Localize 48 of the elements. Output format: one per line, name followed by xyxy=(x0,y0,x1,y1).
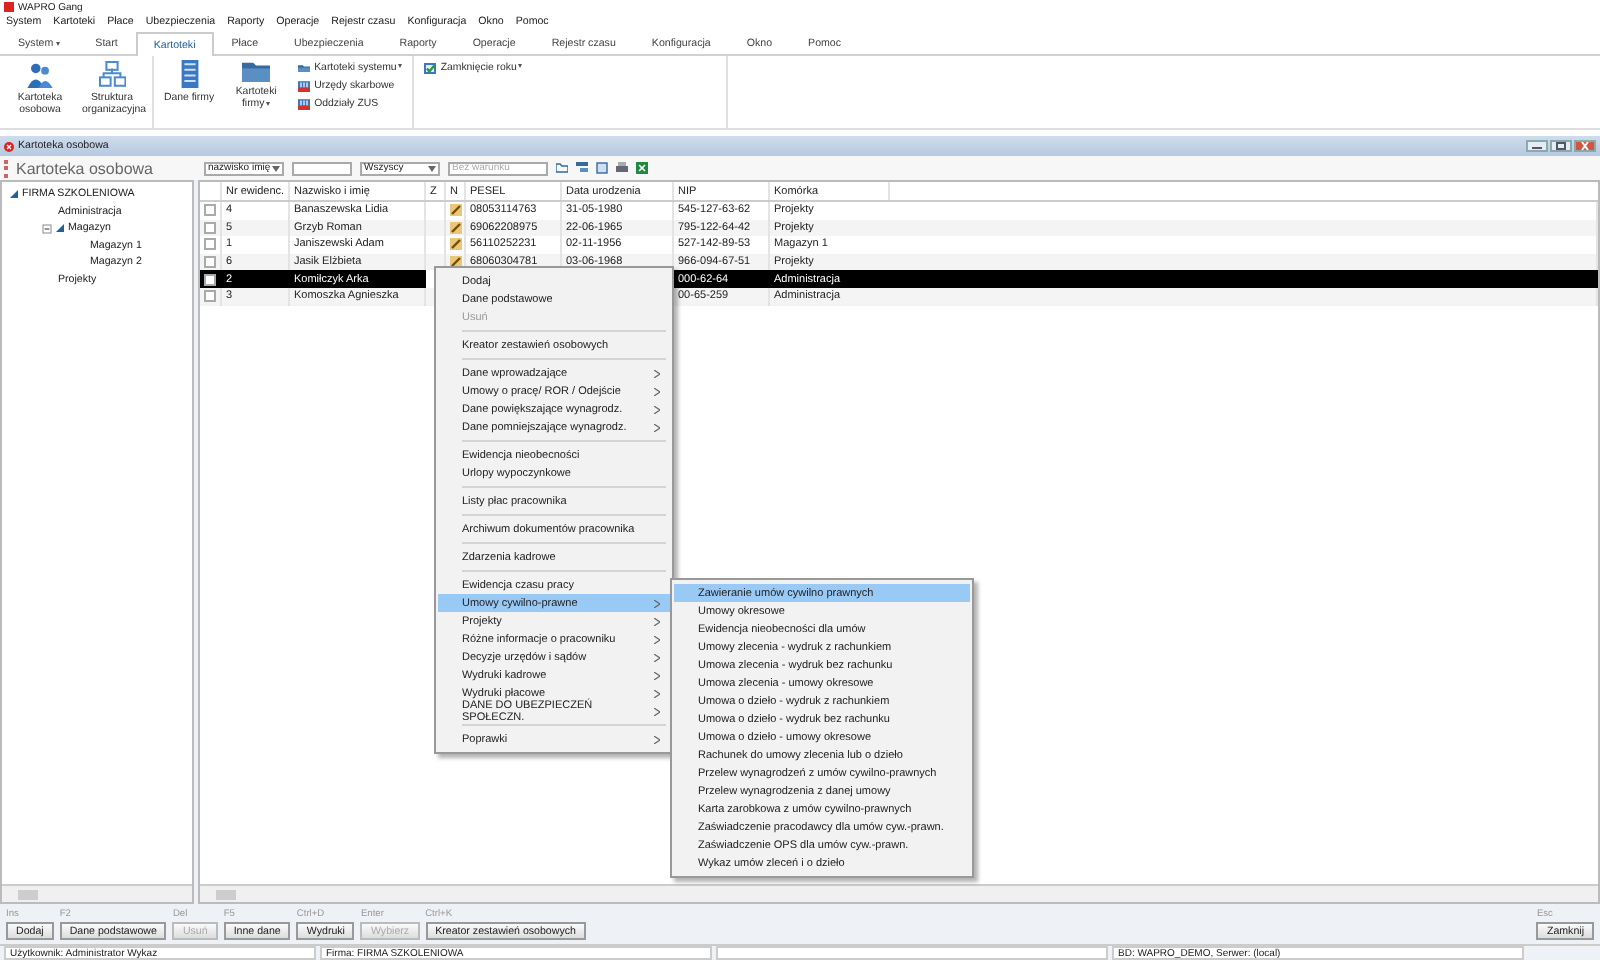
row-checkbox[interactable] xyxy=(204,238,216,251)
chevron-right-icon xyxy=(654,635,660,643)
chevron-right-icon xyxy=(654,735,660,743)
people-icon xyxy=(26,60,54,88)
horizontal-scrollbar[interactable] xyxy=(18,889,38,899)
chevron-right-icon xyxy=(654,423,660,431)
maximize-button[interactable] xyxy=(1550,140,1572,152)
caret-icon xyxy=(272,165,280,171)
row-checkbox[interactable] xyxy=(204,290,216,303)
tree-filter-icon[interactable] xyxy=(576,162,588,174)
chevron-right-icon xyxy=(654,369,660,377)
expand-toggle[interactable] xyxy=(10,190,18,199)
row-checkbox[interactable] xyxy=(204,256,216,269)
row-checkbox[interactable] xyxy=(204,273,216,286)
close-icon xyxy=(4,141,14,151)
chevron-right-icon xyxy=(654,689,660,697)
caret-icon xyxy=(428,165,436,171)
triangle-icon xyxy=(10,190,18,199)
calendar-check-icon xyxy=(424,62,437,74)
chevron-right-icon xyxy=(654,405,660,413)
chevron-right-icon xyxy=(654,599,660,607)
collapse-icon xyxy=(42,223,52,234)
chevron-right-icon xyxy=(654,653,660,661)
row-checkbox[interactable] xyxy=(204,204,216,217)
folder-icon[interactable] xyxy=(556,162,568,174)
expand-toggle[interactable] xyxy=(42,223,64,234)
row-checkbox[interactable] xyxy=(204,221,216,234)
office-icon xyxy=(298,80,311,92)
office-icon xyxy=(298,98,311,110)
chevron-right-icon xyxy=(654,671,660,679)
close-icon xyxy=(1580,142,1590,150)
horizontal-scrollbar[interactable] xyxy=(216,889,236,899)
chevron-right-icon xyxy=(654,387,660,395)
folder-icon xyxy=(242,60,271,83)
filter-field[interactable] xyxy=(292,161,352,175)
folder-icon xyxy=(298,63,311,73)
chevron-right-icon xyxy=(654,617,660,625)
list-icon[interactable] xyxy=(596,162,608,174)
printer-icon[interactable] xyxy=(616,162,628,174)
minimize-button[interactable] xyxy=(1526,140,1548,152)
close-button[interactable] xyxy=(1574,140,1596,152)
maximize-icon xyxy=(1556,142,1566,150)
triangle-icon xyxy=(56,224,64,233)
spreadsheet-icon[interactable] xyxy=(636,162,648,174)
minimize-icon xyxy=(1532,142,1542,150)
chevron-right-icon xyxy=(654,707,660,715)
app-logo-icon xyxy=(4,2,14,12)
org-chart-icon xyxy=(98,60,126,88)
